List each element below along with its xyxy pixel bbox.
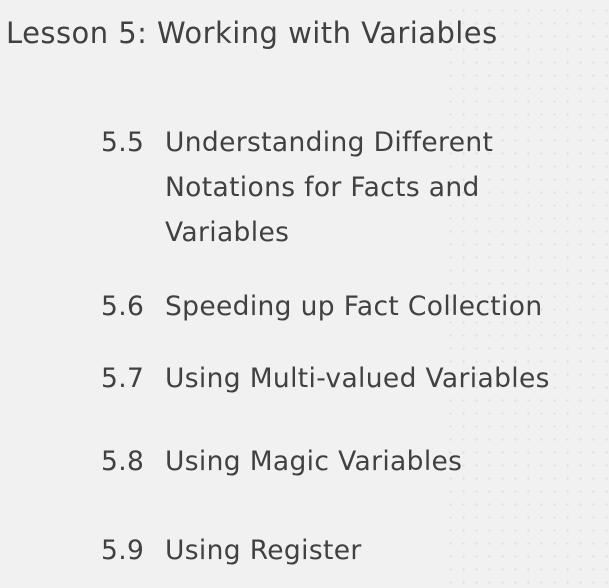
toc-item-title: Understanding Different Notations for Fa… [165,120,493,255]
toc-item-number: 5.7 [101,363,145,394]
toc-item-title: Speeding up Fact Collection [165,284,542,329]
toc-item-number: 5.6 [101,291,145,322]
toc-item-5-6: 5.6 Speeding up Fact Collection [101,284,542,329]
toc-item-5-5: 5.5 Understanding Different Notations fo… [101,120,493,255]
toc-item-number: 5.8 [101,446,145,477]
toc-item-title: Using Register [165,528,362,573]
lesson-title: Lesson 5: Working with Variables [6,16,498,50]
toc-item-5-8: 5.8 Using Magic Variables [101,439,462,484]
toc-item-5-7: 5.7 Using Multi-valued Variables [101,356,550,401]
toc-item-title-line: Variables [165,217,290,248]
toc-item-title: Using Magic Variables [165,439,462,484]
toc-item-number: 5.5 [101,127,145,158]
toc-item-title-line: Using Multi-valued Variables [165,363,550,394]
toc-item-title-line: Using Magic Variables [165,446,463,477]
toc-item-title-line: Using Register [165,535,362,566]
toc-item-number: 5.9 [101,535,145,566]
toc-item-title-line: Understanding Different [165,127,494,158]
toc-item-title-line: Speeding up Fact Collection [165,291,543,322]
toc-item-title-line: Notations for Facts and [165,172,480,203]
toc-item-5-9: 5.9 Using Register [101,528,362,573]
toc-item-title: Using Multi-valued Variables [165,356,550,401]
